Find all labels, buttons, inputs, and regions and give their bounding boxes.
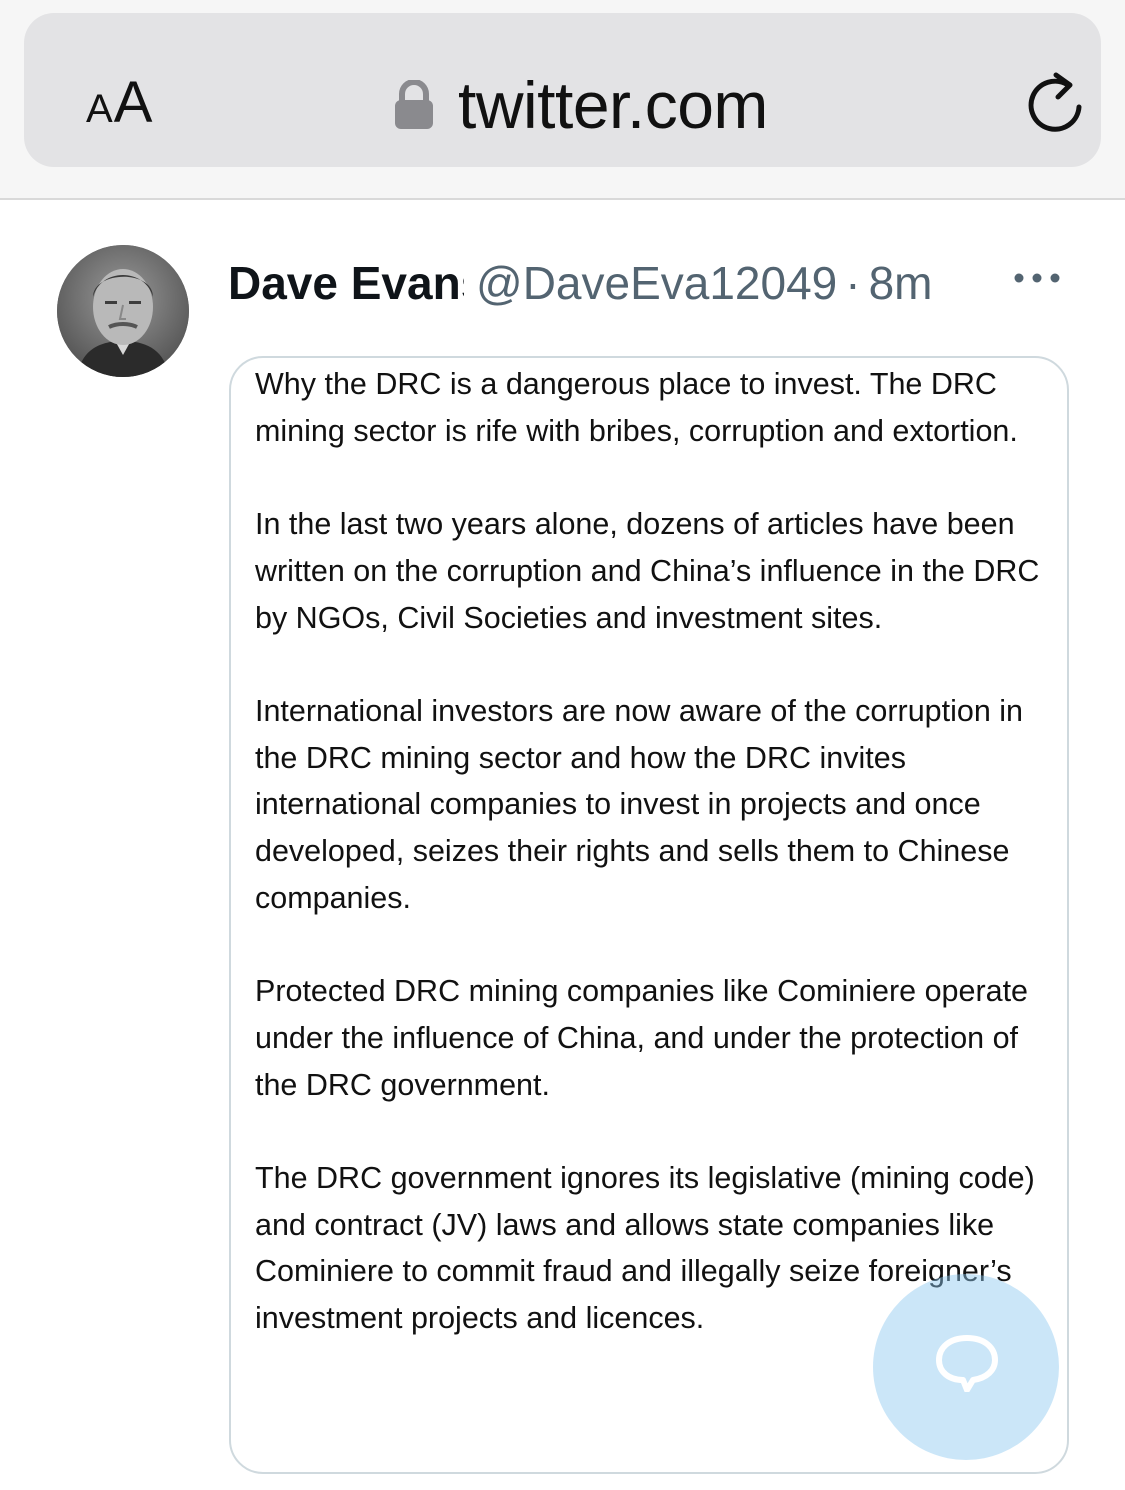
more-icon[interactable] [1012, 266, 1062, 290]
text-size-large-label: A [113, 70, 153, 135]
compose-icon [936, 1335, 998, 1392]
browser-toolbar: AA twitter.com [0, 0, 1125, 200]
image-paragraph: Why the DRC is a dangerous place to inve… [255, 367, 1018, 448]
header-separator: · [845, 257, 861, 309]
compose-button[interactable] [873, 1274, 1059, 1460]
reload-icon[interactable] [1022, 69, 1088, 139]
avatar-portrait [57, 245, 189, 377]
avatar[interactable] [57, 245, 189, 377]
image-paragraph: In the last two years alone, dozens of a… [255, 507, 1040, 635]
image-text-block: Why the DRC is a dangerous place to inve… [255, 361, 1055, 1388]
lock-icon [395, 80, 433, 129]
text-size-button[interactable]: AA [86, 69, 152, 139]
display-name[interactable]: Dave Evans [228, 256, 464, 310]
tweet-timestamp[interactable]: 8m [869, 256, 933, 310]
url-text: twitter.com [458, 68, 768, 142]
url-display[interactable]: twitter.com [394, 65, 768, 145]
address-bar[interactable]: AA twitter.com [24, 13, 1101, 167]
tweet-header: Dave Evans @DaveEva12049 · 8m [228, 248, 1078, 318]
image-paragraph: Protected DRC mining companies like Comi… [255, 974, 1029, 1102]
image-paragraph: International investors are now aware of… [255, 693, 1024, 915]
user-handle[interactable]: @DaveEva12049 [476, 256, 837, 310]
text-size-small-label: A [86, 87, 114, 131]
